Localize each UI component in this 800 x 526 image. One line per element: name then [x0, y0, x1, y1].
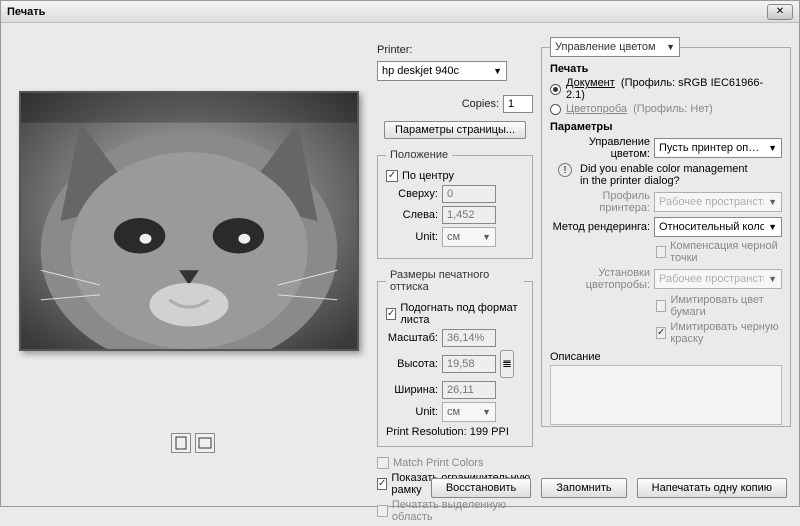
- fit-media-checkbox[interactable]: Подогнать под формат листа: [386, 302, 524, 326]
- print-dialog: Печать ✕: [0, 0, 800, 507]
- description-label: Описание: [550, 351, 782, 363]
- position-left-input: [442, 206, 496, 224]
- page-setup-button[interactable]: Параметры страницы...: [384, 121, 526, 139]
- chevron-down-icon: ▼: [493, 66, 502, 76]
- scale-input: [442, 329, 496, 347]
- proof-setup-select: Рабочее пространство CMYK ...▼: [654, 269, 782, 289]
- titlebar: Печать ✕: [1, 1, 799, 23]
- print-selection-checkbox: Печатать выделенную область: [377, 499, 533, 523]
- blackpoint-checkbox: Компенсация черной точки: [656, 240, 782, 264]
- copies-label: Copies:: [462, 98, 499, 110]
- scaled-print-group: Размеры печатного оттиска Подогнать под …: [377, 269, 533, 447]
- copies-input[interactable]: [503, 95, 533, 113]
- scaled-unit-select: см▼: [442, 402, 496, 422]
- print-one-copy-button[interactable]: Напечатать одну копию: [637, 478, 787, 498]
- color-handling-select[interactable]: Пусть принтер определяет ц...▼: [654, 138, 782, 158]
- printer-label: Printer:: [377, 44, 412, 56]
- center-checkbox[interactable]: По центру: [386, 170, 524, 182]
- description-area: [550, 365, 782, 425]
- rendering-intent-select[interactable]: Относительный колориметр...▼: [654, 217, 782, 237]
- document-radio[interactable]: Документ (Профиль: sRGB IEC61966-2.1): [550, 77, 782, 101]
- print-resolution-label: Print Resolution: 199 PPI: [386, 426, 524, 438]
- window-title: Печать: [7, 6, 45, 18]
- position-group: Положение По центру Сверху: Слева: Unit:…: [377, 149, 533, 259]
- height-input: [442, 355, 496, 373]
- printer-select[interactable]: hp deskjet 940c▼: [377, 61, 507, 81]
- match-print-colors-checkbox: Match Print Colors: [377, 457, 533, 469]
- orientation-landscape-button[interactable]: [195, 433, 215, 453]
- print-preview: [19, 91, 359, 351]
- simulate-paper-checkbox: Имитировать цвет бумаги: [656, 294, 782, 318]
- link-icon: 𝌆: [500, 350, 514, 378]
- width-input: [442, 381, 496, 399]
- remember-button[interactable]: Запомнить: [541, 478, 626, 498]
- orientation-portrait-button[interactable]: [171, 433, 191, 453]
- proof-radio[interactable]: Цветопроба (Профиль: Нет): [550, 103, 782, 115]
- close-button[interactable]: ✕: [767, 4, 793, 20]
- simulate-ink-checkbox: Имитировать черную краску: [656, 321, 782, 345]
- position-unit-select: см▼: [442, 227, 496, 247]
- printer-profile-select: Рабочее пространство RGB - ...▼: [654, 192, 782, 212]
- reset-button[interactable]: Восстановить: [431, 478, 531, 498]
- position-top-input: [442, 185, 496, 203]
- info-icon: !: [558, 163, 572, 177]
- color-management-dropdown[interactable]: Управление цветом▼: [550, 37, 680, 57]
- right-panel: Управление цветом▼ Печать Документ (Проф…: [541, 37, 791, 427]
